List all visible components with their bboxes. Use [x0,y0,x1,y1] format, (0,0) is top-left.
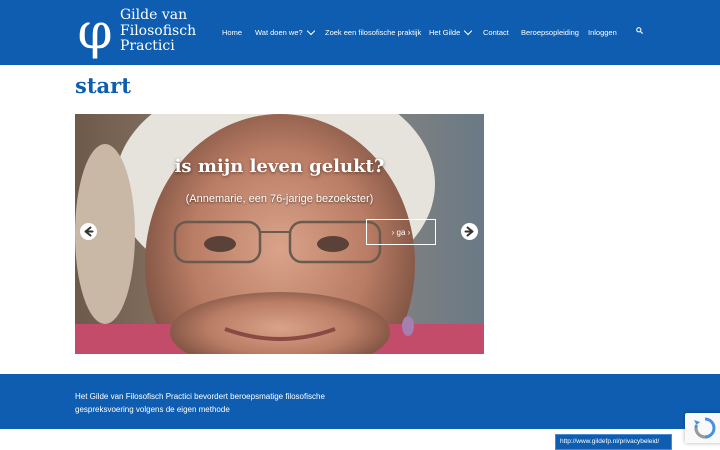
footer-text-line-1: Het Gilde van Filosofisch Practici bevor… [75,392,325,401]
logo-line-3: Practici [120,38,175,54]
chevron-down-icon [306,26,315,35]
privacy-policy-link[interactable]: http://www.gildefp.nl/privacybeleid/ [555,434,672,450]
arrow-right-circle-icon [464,226,474,237]
slide-headline: is mijn leven gelukt? [174,156,385,177]
nav-item-het-gilde[interactable]: Het Gilde [429,0,473,65]
nav-item-beroepsopleiding[interactable]: Beroepsopleiding [521,0,579,65]
nav-item-contact[interactable]: Contact [483,0,509,65]
logo-line-1: Gilde van [120,7,188,23]
slide-subtitle: (Annemarie, een 76-jarige bezoekster) [185,193,374,205]
logo-phi-symbol[interactable]: φ [76,5,114,57]
nav-item-label: Het Gilde [429,28,461,37]
nav-item-label: Zoek een filosofische praktijk [325,28,422,37]
nav-item-wat-doen-we[interactable]: Wat doen we? [255,0,315,65]
nav-item-zoek-praktijk[interactable]: Zoek een filosofische praktijk [325,0,421,65]
nav-item-home[interactable]: Home [222,0,242,65]
footer-description: Het Gilde van Filosofisch Practici bevor… [75,390,345,416]
nav-item-label: Home [222,28,243,37]
arrow-left-circle-icon [84,226,94,237]
search-icon[interactable] [636,27,643,34]
nav-item-label: Beroepsopleiding [521,28,579,37]
site-header: φ Gilde van Filosofisch Practici Home Wa… [0,0,720,65]
slider-prev-button[interactable] [80,223,97,240]
footer-text-line-2: gespreksvoering volgens de eigen methode [75,405,230,414]
nav-item-label: Wat doen we? [255,28,303,37]
nav-item-label: Inloggen [588,28,617,37]
slide-ga-button[interactable]: › ga › [366,219,436,245]
slider-next-button[interactable] [461,223,478,240]
nav-item-label: Contact [483,28,509,37]
site-logo-text[interactable]: Gilde van Filosofisch Practici [120,7,197,55]
nav-item-inloggen[interactable]: Inloggen [588,0,617,65]
logo-line-2: Filosofisch [120,22,197,39]
recaptcha-icon [694,417,716,439]
chevron-down-icon [464,26,473,35]
recaptcha-badge[interactable] [685,413,720,443]
page-title: start [75,73,131,98]
